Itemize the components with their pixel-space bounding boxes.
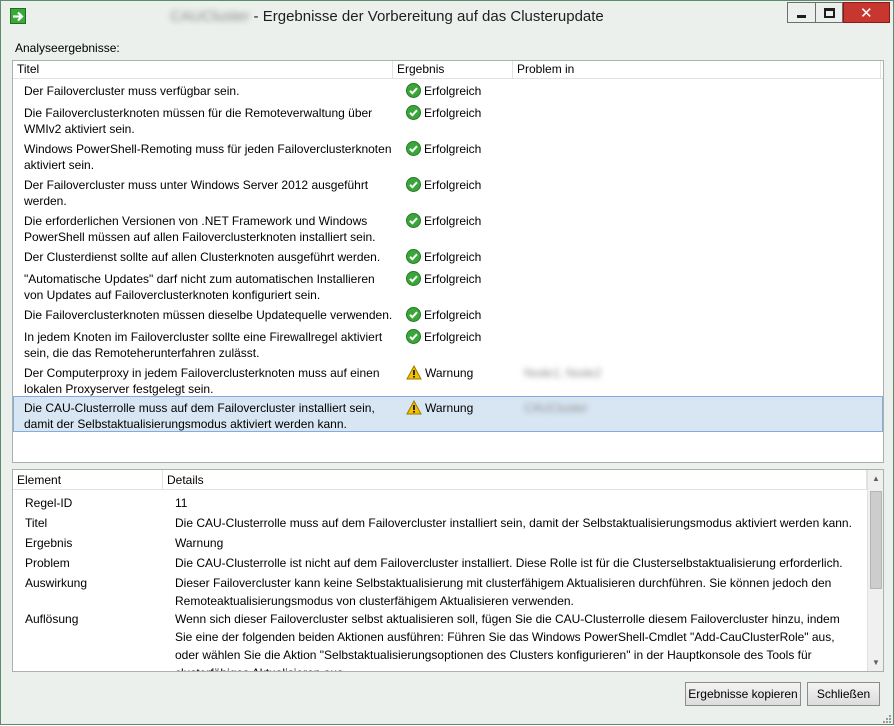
result-row[interactable]: Der Clusterdienst sollte auf allen Clust… [14, 246, 882, 268]
detail-value: Die CAU-Clusterrolle muss auf dem Failov… [175, 516, 852, 530]
result-problem-in: Node1; Node2 [524, 366, 602, 380]
result-status-text: Erfolgreich [424, 308, 482, 322]
result-title: Die Failoverclusterknoten müssen für die… [24, 106, 373, 136]
result-status: Erfolgreich [406, 105, 481, 124]
detail-key: Ergebnis [25, 536, 73, 550]
column-result[interactable]: Ergebnis [393, 61, 513, 79]
title-bar[interactable]: CAUCluster - Ergebnisse der Vorbereitung… [1, 1, 893, 33]
result-status-text: Warnung [425, 366, 474, 380]
analysis-label: Analyseergebnisse: [15, 41, 120, 55]
detail-key: Auswirkung [25, 576, 88, 590]
close-window-button[interactable]: ✕ [843, 2, 890, 23]
result-status: Erfolgreich [406, 213, 481, 232]
result-status-text: Erfolgreich [424, 142, 482, 156]
close-icon: ✕ [860, 4, 873, 22]
result-status: Erfolgreich [406, 271, 481, 290]
result-title: Die Failoverclusterknoten müssen dieselb… [24, 308, 393, 322]
result-row[interactable]: Der Computerproxy in jedem Failoverclust… [14, 362, 882, 396]
success-icon [406, 329, 421, 348]
maximize-button[interactable] [815, 2, 843, 23]
result-status-text: Erfolgreich [424, 106, 482, 120]
result-title: In jedem Knoten im Failovercluster sollt… [24, 330, 383, 360]
result-status-text: Erfolgreich [424, 272, 482, 286]
result-status: Erfolgreich [406, 329, 481, 348]
detail-value: Die CAU-Clusterrolle ist nicht auf dem F… [175, 556, 843, 570]
result-status: Warnung [406, 399, 474, 419]
result-status-text: Erfolgreich [424, 330, 482, 344]
result-row[interactable]: Die Failoverclusterknoten müssen dieselb… [14, 304, 882, 326]
result-status-text: Erfolgreich [424, 178, 482, 192]
detail-value: Wenn sich dieser Failovercluster selbst … [175, 612, 840, 671]
detail-key: Auflösung [25, 612, 79, 626]
details-column-header: Element Details [13, 470, 867, 490]
scroll-thumb[interactable] [870, 491, 882, 589]
column-problem[interactable]: Problem in [513, 61, 881, 79]
details-scrollbar[interactable]: ▲ ▼ [867, 470, 883, 671]
column-title[interactable]: Titel [13, 61, 393, 79]
result-row[interactable]: Die erforderlichen Versionen von .NET Fr… [14, 210, 882, 246]
result-row[interactable]: Der Failovercluster muss verfügbar sein.… [14, 80, 882, 102]
result-row[interactable]: Der Failovercluster muss unter Windows S… [14, 174, 882, 210]
results-list[interactable]: Titel Ergebnis Problem in Der Failovercl… [12, 60, 884, 463]
result-problem-in: CAUCluster [524, 401, 588, 415]
detail-value: Warnung [175, 536, 224, 550]
dialog-window: CAUCluster - Ergebnisse der Vorbereitung… [0, 0, 894, 725]
result-status: Warnung [406, 364, 474, 384]
result-title: Der Clusterdienst sollte auf allen Clust… [24, 250, 381, 264]
result-status-text: Erfolgreich [424, 250, 482, 264]
result-status-text: Erfolgreich [424, 214, 482, 228]
result-title: "Automatische Updates" darf nicht zum au… [24, 272, 375, 302]
success-icon [406, 213, 421, 232]
scroll-up-icon[interactable]: ▲ [868, 470, 883, 487]
success-icon [406, 141, 421, 160]
copy-results-button[interactable]: Ergebnisse kopieren [685, 682, 801, 706]
result-status-text: Erfolgreich [424, 84, 482, 98]
result-status: Erfolgreich [406, 249, 481, 268]
window-title-text: - Ergebnisse der Vorbereitung auf das Cl… [249, 8, 604, 25]
results-column-header: Titel Ergebnis Problem in [13, 61, 883, 79]
success-icon [406, 271, 421, 290]
result-title: Windows PowerShell-Remoting muss für jed… [24, 142, 392, 172]
minimize-button[interactable] [787, 2, 815, 23]
success-icon [406, 83, 421, 102]
result-title: Die CAU-Clusterrolle muss auf dem Failov… [24, 401, 375, 431]
result-title: Der Failovercluster muss unter Windows S… [24, 178, 369, 208]
result-status: Erfolgreich [406, 307, 481, 326]
details-panel: Element Details Regel-ID 11 Titel Die CAU-C… [12, 469, 884, 672]
detail-key: Regel-ID [25, 496, 73, 510]
close-button[interactable]: Schließen [807, 682, 880, 706]
result-status: Erfolgreich [406, 83, 481, 102]
detail-value: 11 [175, 496, 188, 510]
detail-key: Problem [25, 556, 70, 570]
success-icon [406, 177, 421, 196]
result-title: Der Computerproxy in jedem Failoverclust… [24, 366, 380, 396]
scroll-down-icon[interactable]: ▼ [868, 654, 883, 671]
window-title-blurred-cluster: CAUCluster [170, 8, 250, 25]
result-row[interactable]: Windows PowerShell-Remoting muss für jed… [14, 138, 882, 174]
result-status: Erfolgreich [406, 141, 481, 160]
detail-value: Dieser Failovercluster kann keine Selbst… [175, 576, 832, 608]
maximize-icon [824, 8, 835, 18]
success-icon [406, 249, 421, 268]
result-row[interactable]: Die CAU-Clusterrolle muss auf dem Failov… [13, 396, 883, 432]
result-row[interactable]: "Automatische Updates" darf nicht zum au… [14, 268, 882, 304]
result-row[interactable]: In jedem Knoten im Failovercluster sollt… [14, 326, 882, 362]
detail-key: Titel [25, 516, 48, 530]
warning-icon [406, 399, 422, 419]
success-icon [406, 105, 421, 124]
resize-grip-icon[interactable] [881, 712, 891, 723]
result-status-text: Warnung [425, 401, 474, 415]
warning-icon [406, 364, 422, 384]
result-title: Der Failovercluster muss verfügbar sein. [24, 84, 240, 98]
window-title: CAUCluster - Ergebnisse der Vorbereitung… [1, 8, 773, 25]
result-title: Die erforderlichen Versionen von .NET Fr… [24, 214, 376, 244]
success-icon [406, 307, 421, 326]
column-element[interactable]: Element [13, 470, 163, 490]
result-status: Erfolgreich [406, 177, 481, 196]
minimize-icon [797, 15, 806, 18]
column-details[interactable]: Details [163, 470, 867, 490]
result-row[interactable]: Die Failoverclusterknoten müssen für die… [14, 102, 882, 138]
